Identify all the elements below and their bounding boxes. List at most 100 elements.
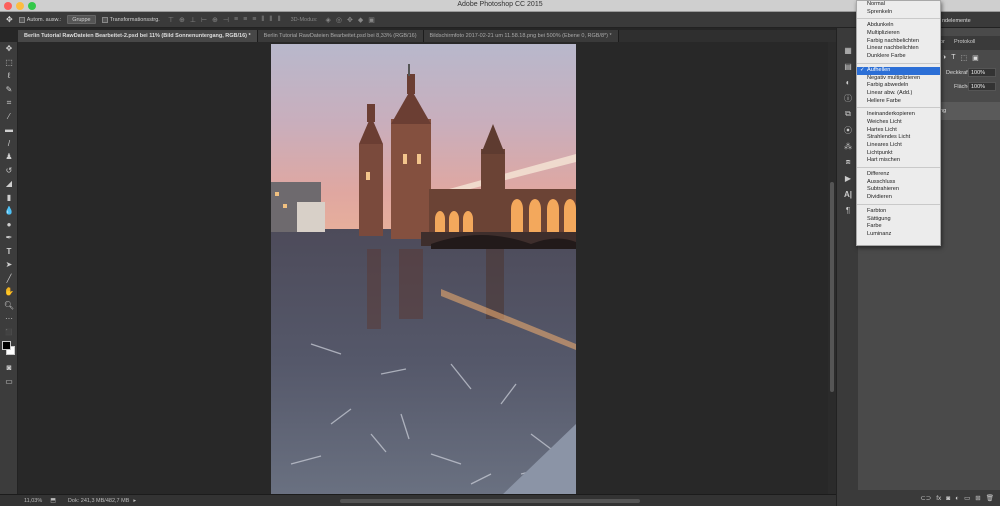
zoom-level[interactable]: 11,03% — [24, 498, 42, 504]
blend-mode-item[interactable]: Farbig abwedeln — [857, 82, 940, 90]
blend-mode-item[interactable]: Linear abw. (Add.) — [857, 90, 940, 98]
blend-mode-item[interactable]: Strahlendes Licht — [857, 134, 940, 142]
fill-input[interactable]: 100% — [968, 82, 996, 91]
shape-tool-icon[interactable]: ╱ — [0, 272, 18, 286]
document-tab-1[interactable]: Berlin Tutorial RawDateien Bearbeitet-2.… — [18, 30, 258, 42]
pen-tool-icon[interactable]: ✒ — [0, 231, 18, 245]
blend-mode-item[interactable]: Farbig nachbelichten — [857, 38, 940, 46]
3d-roll-icon[interactable]: ◎ — [336, 16, 342, 24]
auto-select-dropdown[interactable]: Gruppe — [67, 15, 96, 24]
distribute-bottom-icon[interactable]: ≡ — [252, 16, 256, 24]
blend-mode-item-selected[interactable]: ✓ Aufhellen — [857, 66, 940, 75]
new-group-icon[interactable]: ▭ — [964, 494, 970, 502]
filter-smart-object-icon[interactable]: ▣ — [972, 54, 979, 62]
3d-drag-icon[interactable]: ✥ — [347, 16, 353, 24]
foreground-color-swatch[interactable] — [2, 341, 11, 350]
filter-shape-icon[interactable]: ⬚ — [961, 54, 968, 62]
blend-mode-item[interactable]: Sättigung — [857, 216, 940, 224]
opacity-input[interactable]: 100% — [968, 68, 996, 77]
blend-mode-item[interactable]: Luminanz — [857, 231, 940, 239]
blend-mode-item[interactable]: Negativ multiplizieren — [857, 75, 940, 83]
move-tool-icon[interactable]: ✥ — [0, 42, 18, 56]
blend-mode-item[interactable]: Lineares Licht — [857, 142, 940, 150]
crop-tool-icon[interactable]: ⌗ — [0, 96, 18, 110]
lasso-tool-icon[interactable]: ℓ — [0, 69, 18, 83]
transform-controls-checkbox[interactable] — [101, 16, 108, 23]
default-colors-icon[interactable]: ⬛ — [0, 326, 18, 340]
tab-history[interactable]: Protokoll — [954, 39, 975, 45]
filter-type-icon[interactable]: T — [951, 54, 955, 62]
layer-style-icon[interactable]: fx — [936, 495, 941, 502]
blend-mode-item[interactable]: Hellere Farbe — [857, 98, 940, 106]
hand-tool-icon[interactable]: ✋ — [0, 285, 18, 299]
vertical-scrollbar[interactable] — [828, 42, 836, 494]
distribute-left-icon[interactable]: ⦀ — [261, 16, 264, 24]
distribute-right-icon[interactable]: ⦀ — [278, 16, 281, 24]
filter-adjustment-icon[interactable]: ◑ — [942, 54, 946, 62]
align-bottom-icon[interactable]: ⊥ — [190, 16, 196, 24]
align-left-icon[interactable]: ⊢ — [201, 16, 207, 24]
delete-layer-icon[interactable]: 🗑︎ — [986, 494, 994, 502]
align-top-icon[interactable]: ⊤ — [168, 16, 174, 24]
distribute-hcenter-icon[interactable]: ⦀ — [269, 16, 272, 24]
vertical-scroll-thumb[interactable] — [830, 182, 834, 392]
blend-mode-item[interactable]: Lichtpunkt — [857, 150, 940, 158]
path-select-icon[interactable]: ➤ — [0, 258, 18, 272]
screen-mode-icon[interactable]: ▭ — [0, 375, 18, 389]
new-layer-icon[interactable]: ⊞ — [975, 494, 980, 502]
blend-mode-item[interactable]: Multiplizieren — [857, 30, 940, 38]
gradient-tool-icon[interactable]: ▮ — [0, 191, 18, 205]
blur-tool-icon[interactable]: 💧 — [0, 204, 18, 218]
blend-mode-item[interactable]: Normal — [857, 1, 940, 9]
quick-mask-icon[interactable]: ◙ — [0, 361, 18, 375]
document-tab-2[interactable]: Berlin Tutorial RawDateien Bearbeitet.ps… — [257, 30, 424, 42]
status-arrow-icon[interactable]: ▸ — [133, 498, 136, 504]
blend-mode-item[interactable]: Ineinanderkopieren — [857, 111, 940, 119]
document-image[interactable] — [271, 44, 576, 496]
distribute-top-icon[interactable]: ≡ — [234, 16, 238, 24]
adjustment-layer-icon[interactable]: ◐ — [955, 495, 959, 502]
blend-mode-item[interactable]: Subtrahieren — [857, 186, 940, 194]
document-tab-3[interactable]: Bildschirmfoto 2017-02-21 um 11.58.18.pn… — [423, 30, 619, 42]
more-tools-icon[interactable]: ··· — [0, 312, 18, 326]
blend-mode-item[interactable]: Dividieren — [857, 194, 940, 202]
marquee-tool-icon[interactable]: ⬚ — [0, 56, 18, 70]
align-vcenter-icon[interactable]: ⊕ — [179, 16, 185, 24]
link-layers-icon[interactable]: ⊂⊃ — [920, 494, 931, 502]
blend-mode-item[interactable]: Farbe — [857, 223, 940, 231]
blend-mode-item[interactable]: Hart mischen — [857, 157, 940, 165]
distribute-vcenter-icon[interactable]: ≡ — [243, 16, 247, 24]
quick-select-tool-icon[interactable]: ✎ — [0, 83, 18, 97]
auto-select-checkbox[interactable] — [18, 16, 25, 23]
move-tool-preset[interactable]: ✥ — [6, 15, 13, 24]
blend-mode-item[interactable]: Ausschluss — [857, 179, 940, 187]
layer-mask-icon[interactable]: ◙ — [946, 495, 950, 502]
blend-mode-item[interactable]: Weiches Licht — [857, 119, 940, 127]
share-icon[interactable]: ⬒ — [50, 497, 56, 504]
blend-mode-item[interactable]: Farbton — [857, 208, 940, 216]
type-tool-icon[interactable]: T — [0, 245, 18, 259]
horizontal-scroll-thumb[interactable] — [340, 499, 640, 503]
brush-tool-icon[interactable]: / — [0, 137, 18, 151]
clone-stamp-icon[interactable]: ♟ — [0, 150, 18, 164]
blend-mode-item[interactable]: Linear nachbelichten — [857, 45, 940, 53]
3d-rotate-icon[interactable]: ◈ — [326, 16, 331, 24]
zoom-tool-icon[interactable]: 🔍︎ — [0, 299, 18, 313]
healing-brush-icon[interactable]: ▬ — [0, 123, 18, 137]
eyedropper-tool-icon[interactable]: ⁄ — [0, 110, 18, 124]
blend-mode-item[interactable]: Differenz — [857, 171, 940, 179]
blend-mode-item[interactable]: Abdunkeln — [857, 22, 940, 30]
blend-mode-item[interactable]: Hartes Licht — [857, 127, 940, 135]
blend-mode-item[interactable]: Sprenkeln — [857, 9, 940, 17]
auto-select-checkbox-group[interactable]: Autom. ausw.: — [18, 16, 61, 23]
document-info[interactable]: Dok: 241,3 MB/482,7 MB — [68, 498, 129, 504]
3d-slide-icon[interactable]: ◆ — [358, 16, 363, 24]
align-hcenter-icon[interactable]: ⊕ — [212, 16, 218, 24]
history-brush-icon[interactable]: ↺ — [0, 164, 18, 178]
dodge-tool-icon[interactable]: ● — [0, 218, 18, 232]
3d-scale-icon[interactable]: ▣ — [368, 16, 375, 24]
align-right-icon[interactable]: ⊣ — [223, 16, 229, 24]
transform-controls-group[interactable]: Transformationsstrg. — [101, 16, 160, 23]
blend-mode-item[interactable]: Dunklere Farbe — [857, 53, 940, 61]
eraser-tool-icon[interactable]: ◢ — [0, 177, 18, 191]
